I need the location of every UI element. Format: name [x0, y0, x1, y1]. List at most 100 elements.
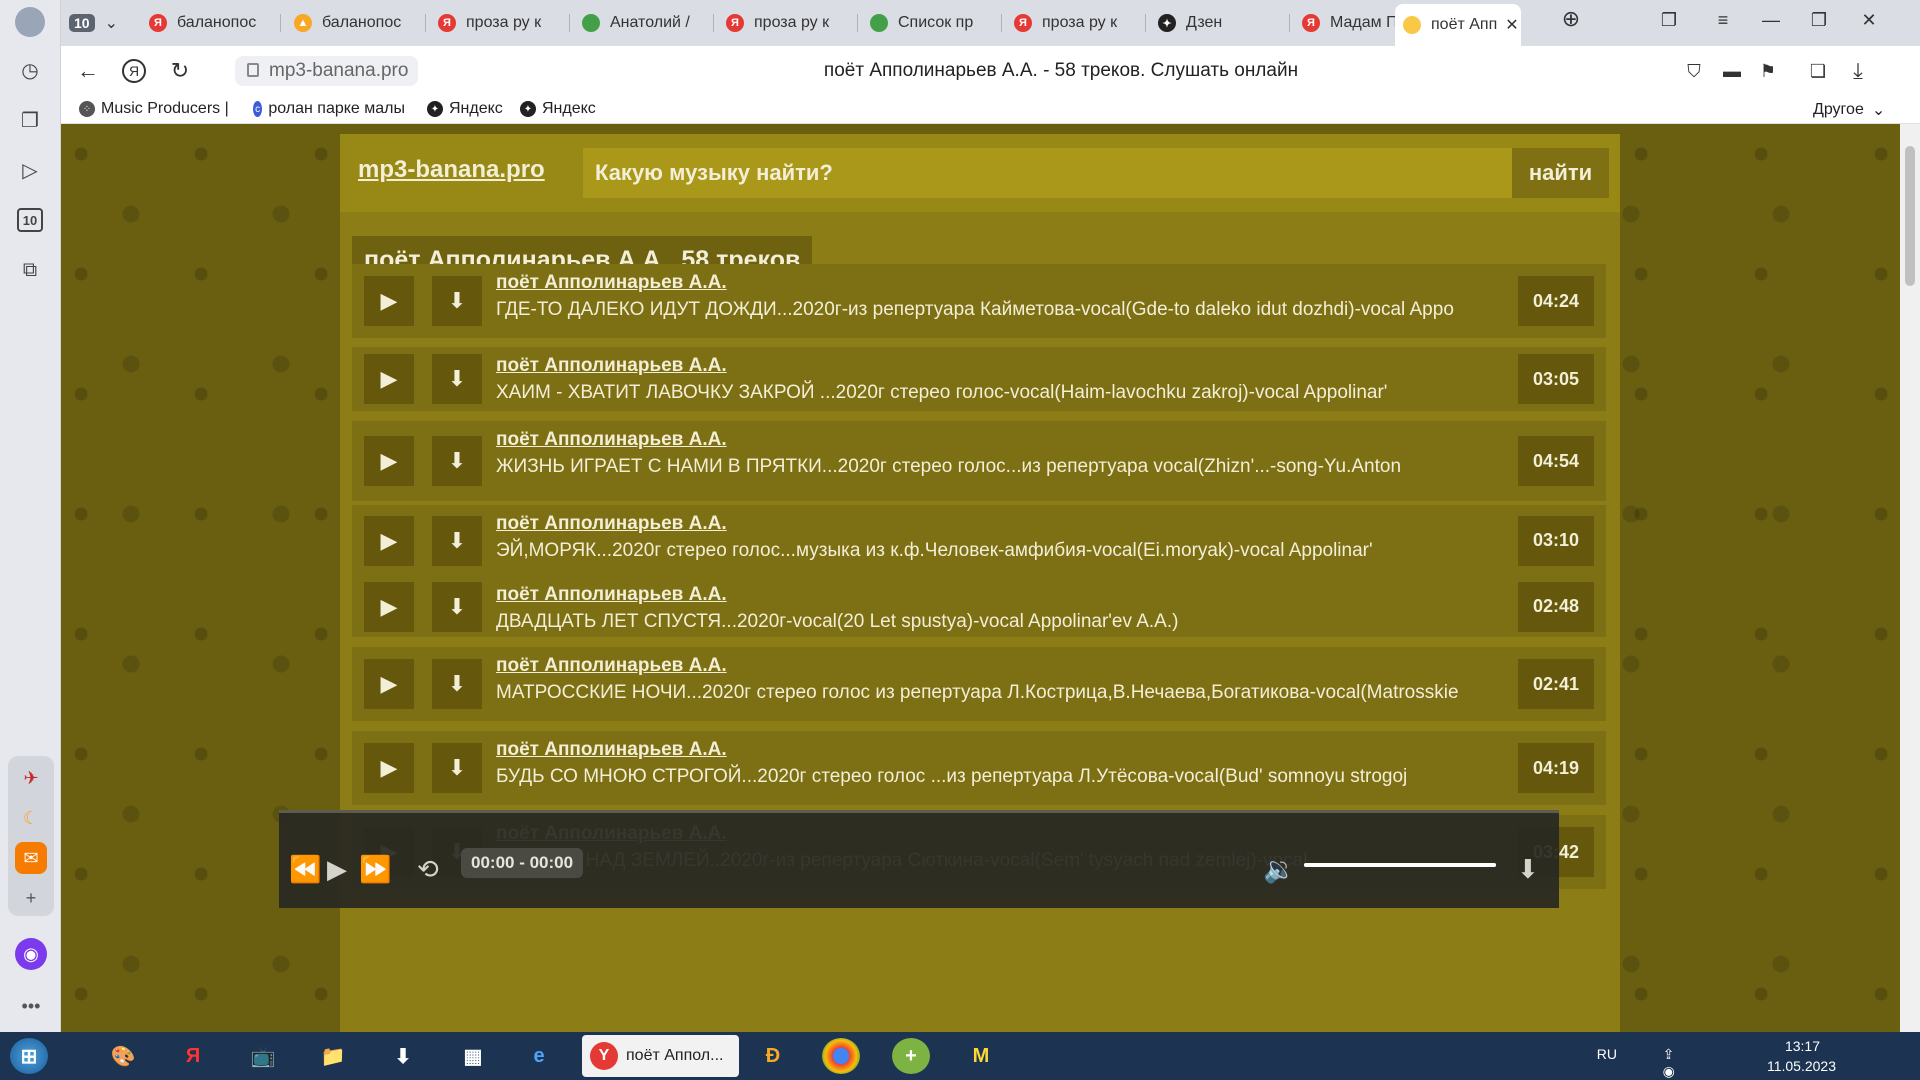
- bookmark-music-producers[interactable]: ⁘ Music Producers |: [79, 100, 229, 118]
- screenshot-icon[interactable]: ⧉: [14, 254, 46, 286]
- tray-icons[interactable]: ⇪ ◉ ● 🔊 ▭: [1663, 1046, 1680, 1080]
- protect-icon[interactable]: ⛉: [1679, 56, 1709, 86]
- repeat-icon[interactable]: ⟲: [417, 854, 439, 885]
- more-icon[interactable]: •••: [15, 990, 47, 1022]
- previous-icon[interactable]: ⏪: [289, 854, 321, 885]
- minimize-button[interactable]: —: [1756, 10, 1786, 31]
- reading-list-icon[interactable]: ❏: [1803, 56, 1833, 86]
- collections-icon[interactable]: ❐: [1654, 10, 1684, 31]
- browser-tab[interactable]: Япроза ру к: [718, 6, 858, 40]
- track-artist-link[interactable]: поёт Апполинарьев А.А.: [496, 272, 727, 294]
- browser-tab[interactable]: Список пр: [862, 6, 1002, 40]
- add-app-icon[interactable]: +: [15, 882, 47, 914]
- chrome-icon[interactable]: [822, 1038, 860, 1074]
- reload-button[interactable]: ↻: [165, 56, 195, 86]
- download-icon[interactable]: ⬇: [432, 659, 482, 709]
- yandex-market-icon[interactable]: M: [962, 1038, 1000, 1074]
- play-icon[interactable]: ▶: [364, 659, 414, 709]
- tab-label: проза ру к: [1042, 14, 1118, 31]
- close-window-button[interactable]: ✕: [1854, 10, 1884, 31]
- start-button[interactable]: ⊞: [10, 1038, 48, 1074]
- yandex-logo: Я: [122, 59, 146, 83]
- browser-tab[interactable]: поёт Апп ✕: [1395, 4, 1521, 46]
- close-tab-icon[interactable]: ✕: [1505, 15, 1518, 35]
- scroll-thumb[interactable]: [1905, 146, 1915, 286]
- play-icon[interactable]: ▶: [364, 354, 414, 404]
- play-icon[interactable]: ▶: [327, 854, 347, 885]
- play-icon[interactable]: ▶: [364, 581, 414, 632]
- volume-slider[interactable]: [1304, 863, 1496, 867]
- download-icon[interactable]: ⬇: [432, 436, 482, 486]
- download-icon[interactable]: ⬇: [1517, 854, 1539, 885]
- browser-tab[interactable]: Анатолий /: [574, 6, 714, 40]
- browser-tab[interactable]: ▲ баланопос: [286, 6, 426, 40]
- site-logo[interactable]: mp3-banana.pro: [358, 156, 545, 184]
- internet-explorer-icon[interactable]: e: [520, 1038, 558, 1074]
- bookmarks-other[interactable]: Другое ⌄: [1813, 100, 1885, 120]
- bookmarks-bar: ⁘ Music Producers | c ролан парке малы ✦ Ян…: [61, 96, 1920, 124]
- bookmark-icon[interactable]: ⚑: [1753, 56, 1783, 86]
- taskbar-active-browser[interactable]: Y поёт Аппол...: [582, 1035, 739, 1077]
- clock-time[interactable]: 13:17: [1785, 1038, 1820, 1054]
- profile-avatar[interactable]: [14, 6, 46, 38]
- paint-icon[interactable]: 🎨: [104, 1038, 142, 1074]
- track-artist-link[interactable]: поёт Апполинарьев А.А.: [496, 739, 727, 761]
- track-duration: 02:41: [1518, 659, 1594, 709]
- download-manager-icon[interactable]: ⬇: [384, 1038, 422, 1074]
- track-artist-link[interactable]: поёт Апполинарьев А.А.: [496, 584, 727, 606]
- download-icon[interactable]: ⬇: [432, 581, 482, 632]
- app-icon-d[interactable]: Ð: [754, 1038, 792, 1074]
- menu-icon[interactable]: ≡: [1708, 10, 1738, 31]
- bookmark-yandex-2[interactable]: ✦ Яндекс: [520, 100, 596, 118]
- comments-icon[interactable]: ▬: [1717, 56, 1747, 86]
- play-icon[interactable]: ▶: [364, 515, 414, 566]
- collections-icon[interactable]: ❐: [14, 104, 46, 136]
- tabs-count-icon[interactable]: 10: [14, 204, 46, 236]
- address-bar[interactable]: mp3-banana.pro: [235, 56, 419, 86]
- play-icon[interactable]: ▶: [364, 436, 414, 486]
- folder-icon[interactable]: 📁: [314, 1038, 352, 1074]
- moon-icon[interactable]: ☾: [15, 802, 47, 834]
- clock-date[interactable]: 11.05.2023: [1767, 1058, 1836, 1074]
- yandex-home-button[interactable]: Я: [119, 56, 149, 86]
- restore-button[interactable]: ❐: [1804, 10, 1834, 31]
- new-tab-button[interactable]: ⊕: [1556, 6, 1586, 32]
- back-button[interactable]: ←: [73, 56, 103, 86]
- browser-tab[interactable]: ✦ Дзен: [1150, 6, 1290, 40]
- search-button[interactable]: найти: [1512, 148, 1609, 198]
- mail-icon[interactable]: ✉: [15, 842, 47, 874]
- track-artist-link[interactable]: поёт Апполинарьев А.А.: [496, 655, 727, 677]
- play-icon[interactable]: ▶: [364, 743, 414, 793]
- track-row: ▶ ⬇ поёт Апполинарьев А.А. ГДЕ-ТО ДАЛЕКО ИД…: [352, 264, 1606, 338]
- page-scrollbar[interactable]: [1900, 124, 1920, 1032]
- browser-tab[interactable]: Япроза ру к: [1006, 6, 1146, 40]
- tabs-menu-button[interactable]: 10 ⌄: [61, 6, 133, 40]
- track-artist-link[interactable]: поёт Апполинарьев А.А.: [496, 513, 727, 535]
- app-icon-1[interactable]: ✈: [15, 762, 47, 794]
- calculator-icon[interactable]: ▦: [454, 1038, 492, 1074]
- bookmark-label: Яндекс: [449, 100, 503, 117]
- volume-icon[interactable]: 🔉: [1263, 854, 1295, 885]
- search-input[interactable]: [583, 148, 1512, 198]
- play-icon[interactable]: ▶: [364, 276, 414, 326]
- bookmark-yandex-1[interactable]: ✦ Яндекс: [427, 100, 503, 118]
- downloads-icon[interactable]: ⤓: [1843, 56, 1873, 86]
- download-icon[interactable]: ⬇: [432, 276, 482, 326]
- player-progress-bar[interactable]: [279, 810, 1559, 813]
- bookmark-rolan[interactable]: c ролан парке малы: [253, 100, 405, 118]
- language-indicator[interactable]: RU: [1597, 1046, 1617, 1062]
- history-icon[interactable]: ◷: [14, 54, 46, 86]
- track-artist-link[interactable]: поёт Апполинарьев А.А.: [496, 429, 727, 451]
- browser-tab[interactable]: Япроза ру к: [430, 6, 570, 40]
- alice-icon[interactable]: ◉: [15, 938, 47, 970]
- download-icon[interactable]: ⬇: [432, 743, 482, 793]
- track-artist-link[interactable]: поёт Апполинарьев А.А.: [496, 355, 727, 377]
- recorder-icon[interactable]: 📺: [244, 1038, 282, 1074]
- yandex-taskbar-icon[interactable]: Я: [174, 1038, 212, 1074]
- browser-tab[interactable]: Ябаланопос: [141, 6, 281, 40]
- add-app-icon[interactable]: +: [892, 1038, 930, 1074]
- video-icon[interactable]: ▷: [14, 154, 46, 186]
- download-icon[interactable]: ⬇: [432, 515, 482, 566]
- next-icon[interactable]: ⏩: [359, 854, 391, 885]
- download-icon[interactable]: ⬇: [432, 354, 482, 404]
